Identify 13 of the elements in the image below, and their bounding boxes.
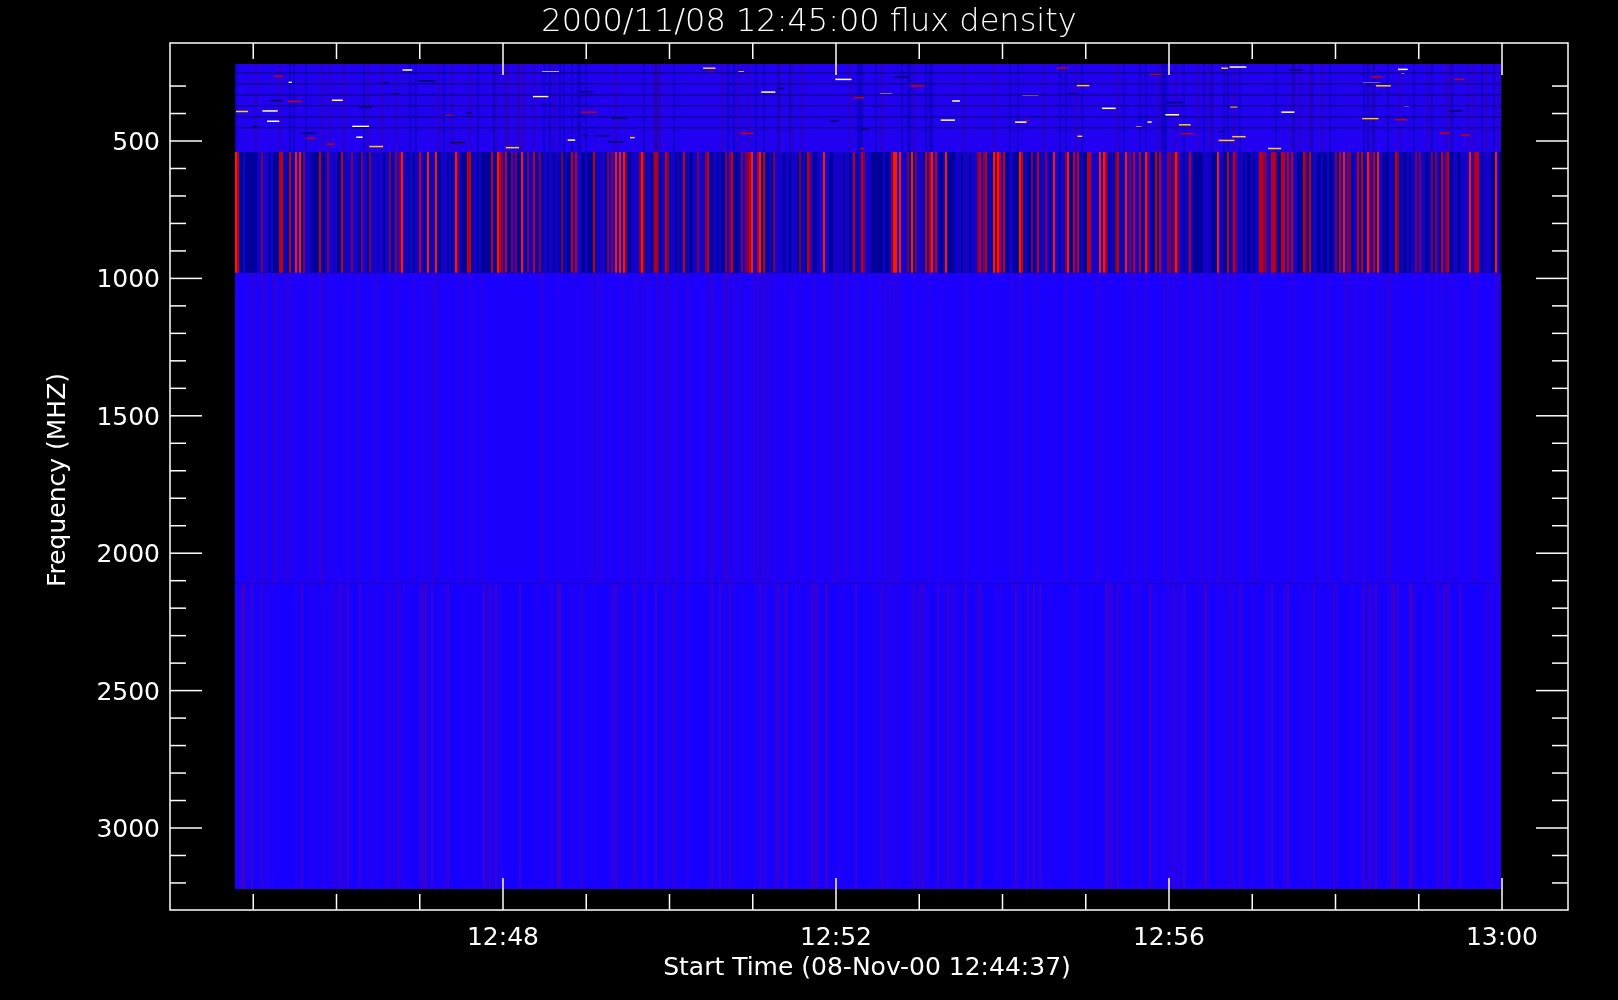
x-tick-label: 12:52 [800, 922, 872, 951]
y-tick-label: 500 [112, 127, 160, 156]
x-tick-label: 12:48 [467, 922, 539, 951]
y-tick-label: 2500 [96, 676, 160, 706]
x-tick-label: 13:00 [1466, 922, 1538, 951]
y-axis-label: Frequency (MHZ) [42, 372, 71, 588]
x-axis-label: Start Time (08-Nov-00 12:44:37) [663, 952, 1071, 981]
y-tick-label: 3000 [96, 814, 160, 843]
y-tick-label: 2000 [96, 539, 160, 569]
y-tick-label: 1000 [96, 264, 160, 294]
y-tick-label: 1500 [96, 401, 160, 431]
x-tick-label: 12:56 [1133, 922, 1205, 951]
plot-title: 2000/11/08 12:45:00 flux density [541, 1, 1077, 39]
